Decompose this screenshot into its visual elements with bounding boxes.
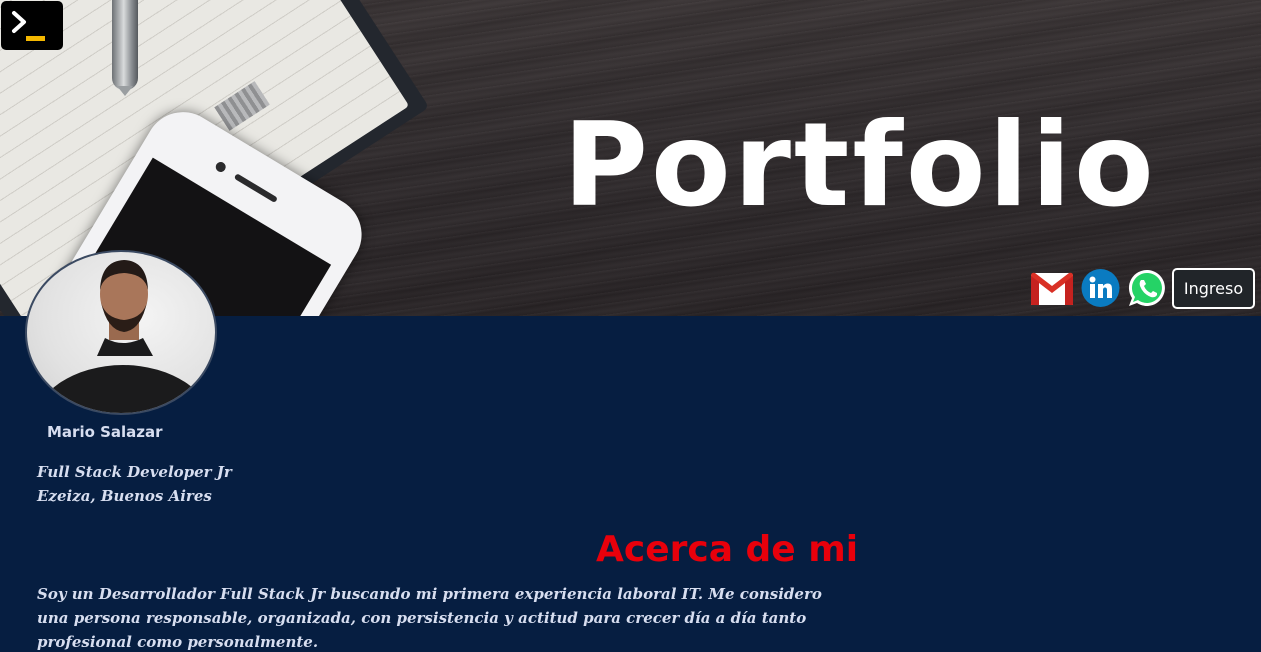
about-title: Acerca de mi [596, 529, 859, 570]
about-text: Soy un Desarrollador Full Stack Jr busca… [37, 585, 822, 651]
whatsapp-icon[interactable] [1127, 269, 1169, 307]
linkedin-icon[interactable] [1080, 269, 1121, 307]
profile-name: Mario Salazar [47, 423, 163, 441]
banner-title: Portfolio [563, 98, 1157, 233]
avatar [25, 250, 217, 415]
gmail-icon[interactable] [1030, 269, 1074, 307]
login-button[interactable]: Ingreso [1172, 268, 1255, 309]
terminal-icon[interactable] [1, 1, 63, 50]
pen-image [112, 0, 138, 90]
page: Portfolio Ingreso Mario Salazar Full Sta… [0, 0, 1261, 652]
profile-role: Full Stack Developer Jr [37, 463, 232, 481]
profile-location: Ezeiza, Buenos Aires [37, 487, 212, 505]
